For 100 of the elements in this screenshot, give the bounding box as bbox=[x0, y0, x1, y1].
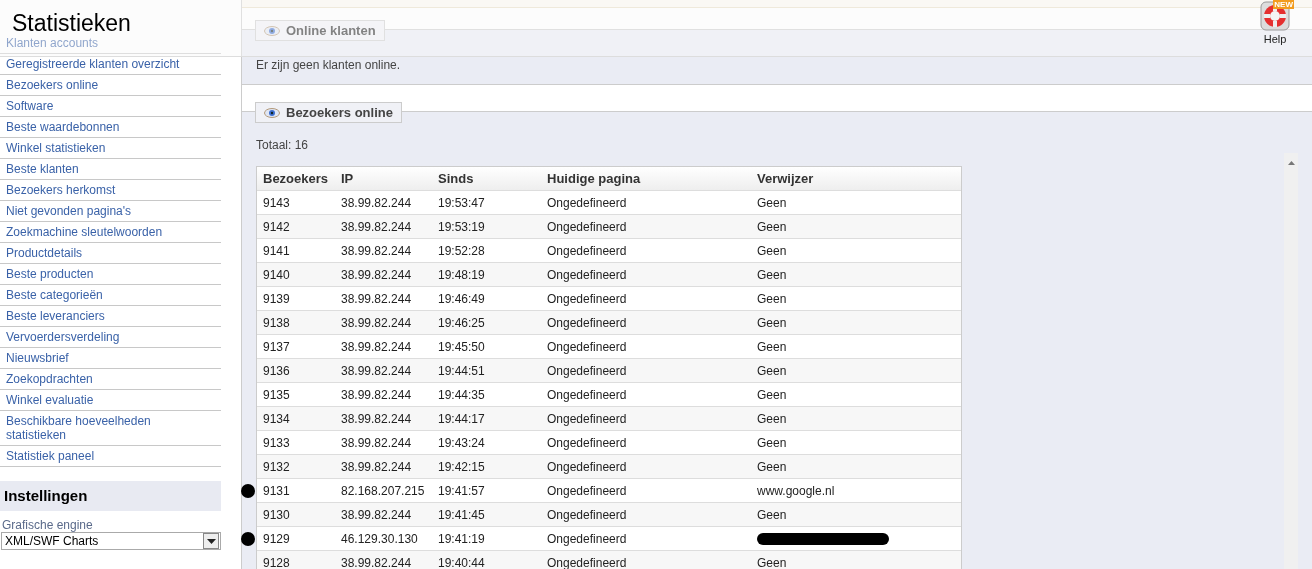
table-cell-text: Geen bbox=[757, 435, 788, 450]
empty-message: Er zijn geen klanten online. bbox=[256, 58, 402, 72]
legend-title: Online klanten bbox=[286, 23, 376, 38]
scroll-up-icon bbox=[1287, 161, 1295, 165]
table-cell-text: 38.99.82.244 bbox=[341, 243, 413, 258]
table-cell-text: Ongedefineerd bbox=[547, 363, 628, 378]
table-cell-text: 9137 bbox=[263, 339, 291, 354]
table-cell-text: 9129 bbox=[263, 531, 291, 546]
table-cell-text: Geen bbox=[757, 363, 788, 378]
eye-icon bbox=[264, 107, 280, 118]
table-cell-text: 9132 bbox=[263, 459, 291, 474]
table-cell-text: 38.99.82.244 bbox=[341, 387, 413, 402]
table-cell-text: 38.99.82.244 bbox=[341, 339, 413, 354]
table-cell-text: 19:43:24 bbox=[438, 435, 486, 450]
table-cell-text: Ongedefineerd bbox=[547, 315, 628, 330]
table-cell-text: 19:44:35 bbox=[438, 387, 486, 402]
table-cell-text: Geen bbox=[757, 507, 788, 522]
table-cell-text: 38.99.82.244 bbox=[341, 459, 413, 474]
sidebar-link[interactable]: Beste leveranciers bbox=[0, 306, 221, 327]
sidebar-link[interactable]: Statistiek paneel bbox=[0, 446, 221, 467]
sidebar-link[interactable]: Software bbox=[0, 96, 221, 117]
table-cell-text: Geen bbox=[757, 555, 788, 569]
sidebar-link[interactable]: Beste categorieën bbox=[0, 285, 221, 306]
sidebar-link[interactable]: Bezoekers herkomst bbox=[0, 180, 221, 201]
table-cell-text: Ongedefineerd bbox=[547, 195, 628, 210]
sidebar-link[interactable]: Winkel statistieken bbox=[0, 138, 221, 159]
table-cell-text: Geen bbox=[757, 243, 788, 258]
table-cell-text: 46.129.30.130 bbox=[341, 531, 419, 546]
table-cell-text: 9134 bbox=[263, 411, 291, 426]
table-cell-text: Geen bbox=[757, 267, 788, 282]
column-header: IP bbox=[341, 171, 355, 186]
table-cell-text: Geen bbox=[757, 219, 788, 234]
table-cell-text: Ongedefineerd bbox=[547, 435, 628, 450]
sidebar-link[interactable]: Zoekopdrachten bbox=[0, 369, 221, 390]
table-cell-text: 19:48:19 bbox=[438, 267, 486, 282]
table-cell-text: 38.99.82.244 bbox=[341, 195, 413, 210]
table-cell-text: 19:41:57 bbox=[438, 483, 486, 498]
table-cell-text: Geen bbox=[757, 411, 788, 426]
table-cell-text: Geen bbox=[757, 195, 788, 210]
sidebar-link[interactable]: Nieuwsbrief bbox=[0, 348, 221, 369]
sidebar-link[interactable]: Niet gevonden pagina's bbox=[0, 201, 221, 222]
table-cell-text: 38.99.82.244 bbox=[341, 435, 413, 450]
sidebar-link[interactable]: Beschikbare hoeveelheden statistieken bbox=[0, 411, 221, 446]
table-cell-text: 19:41:19 bbox=[438, 531, 486, 546]
table-cell-text: 9135 bbox=[263, 387, 291, 402]
sidebar-link[interactable]: Winkel evaluatie bbox=[0, 390, 221, 411]
table-cell-text: 9131 bbox=[263, 483, 291, 498]
engine-select[interactable]: XML/SWF Charts bbox=[1, 532, 221, 550]
sidebar-link[interactable]: Productdetails bbox=[0, 243, 221, 264]
table-cell-text: Ongedefineerd bbox=[547, 339, 628, 354]
sidebar-link[interactable]: Vervoerdersverdeling bbox=[0, 327, 221, 348]
table-cell-text: 19:45:50 bbox=[438, 339, 486, 354]
table-cell-text: 19:53:47 bbox=[438, 195, 486, 210]
sidebar-link[interactable]: Beste klanten bbox=[0, 159, 221, 180]
table-cell-text: 19:42:15 bbox=[438, 459, 486, 474]
table-cell-text: 38.99.82.244 bbox=[341, 555, 413, 569]
column-header: Huidige pagina bbox=[547, 171, 642, 186]
table-cell-text: 19:53:19 bbox=[438, 219, 486, 234]
table-cell-text: 38.99.82.244 bbox=[341, 315, 413, 330]
dropdown-arrow-icon bbox=[206, 538, 216, 544]
table-cell-text: 9142 bbox=[263, 219, 291, 234]
table-cell-text: 19:44:17 bbox=[438, 411, 486, 426]
total-count: Totaal: 16 bbox=[256, 138, 310, 152]
table-cell-text: 9133 bbox=[263, 435, 291, 450]
table-cell-text: Ongedefineerd bbox=[547, 531, 628, 546]
legend-title: Bezoekers online bbox=[286, 105, 393, 120]
table-cell-text: 9130 bbox=[263, 507, 291, 522]
table-cell-text: 19:41:45 bbox=[438, 507, 486, 522]
column-header: Sinds bbox=[438, 171, 475, 186]
table-cell-text: Geen bbox=[757, 291, 788, 306]
table-cell-text: 19:44:51 bbox=[438, 363, 486, 378]
sidebar-link[interactable]: Geregistreerde klanten overzicht bbox=[0, 54, 221, 75]
table-cell-text: 38.99.82.244 bbox=[341, 411, 413, 426]
table-cell-text: Ongedefineerd bbox=[547, 291, 628, 306]
sidebar-link[interactable]: Zoekmachine sleutelwoorden bbox=[0, 222, 221, 243]
table-cell-text: 38.99.82.244 bbox=[341, 363, 413, 378]
table-cell-text: Ongedefineerd bbox=[547, 507, 628, 522]
table-cell-text: Ongedefineerd bbox=[547, 411, 628, 426]
sidebar-link[interactable]: Beste producten bbox=[0, 264, 221, 285]
settings-heading: Instellingen bbox=[0, 481, 221, 511]
table-cell-text: Ongedefineerd bbox=[547, 555, 628, 569]
table-cell-text: Ongedefineerd bbox=[547, 267, 628, 282]
table-cell-text: 9136 bbox=[263, 363, 291, 378]
table-cell-text: 19:52:28 bbox=[438, 243, 486, 258]
table-cell-text: 9143 bbox=[263, 195, 291, 210]
sidebar-link[interactable]: Bezoekers online bbox=[0, 75, 221, 96]
table-cell-text: 82.168.207.215 bbox=[341, 483, 426, 498]
table-cell-text: Ongedefineerd bbox=[547, 387, 628, 402]
table-cell-text: Ongedefineerd bbox=[547, 219, 628, 234]
column-header: Bezoekers bbox=[263, 171, 330, 186]
table-cell-text: Geen bbox=[757, 315, 788, 330]
table-cell-text: 9138 bbox=[263, 315, 291, 330]
sidebar-link[interactable]: Beste waardebonnen bbox=[0, 117, 221, 138]
table-cell-text: 38.99.82.244 bbox=[341, 219, 413, 234]
table-cell-text: Geen bbox=[757, 387, 788, 402]
table-cell-text: Ongedefineerd bbox=[547, 459, 628, 474]
scrollbar[interactable] bbox=[1284, 153, 1298, 569]
table-cell-text: 9141 bbox=[263, 243, 291, 258]
table-cell-text: 38.99.82.244 bbox=[341, 267, 413, 282]
new-badge: NEW bbox=[1273, 0, 1294, 9]
